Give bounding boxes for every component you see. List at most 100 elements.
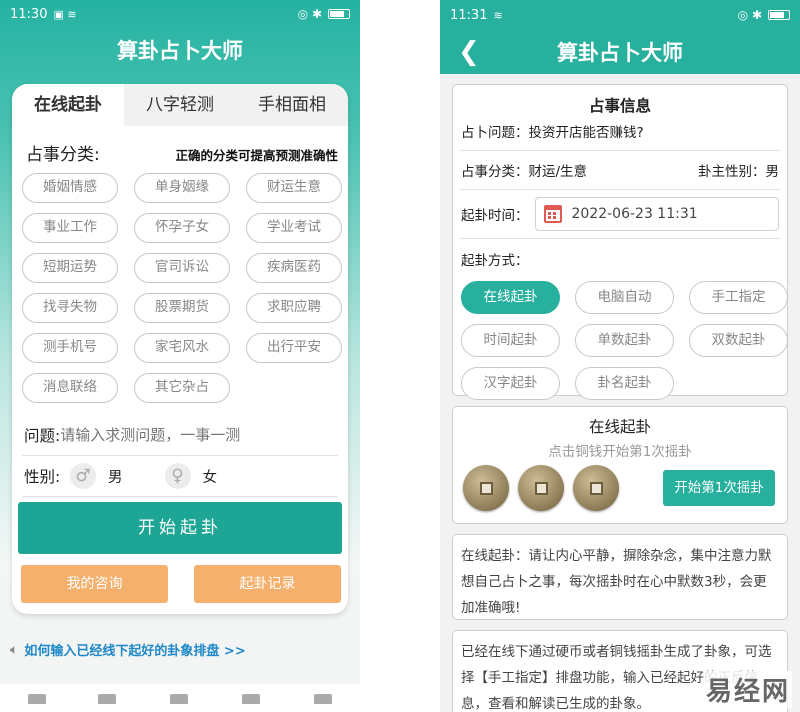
category-chip[interactable]: 消息联络 xyxy=(22,373,118,403)
category-chip[interactable]: 事业工作 xyxy=(22,213,118,243)
category-chip[interactable]: 股票期货 xyxy=(134,293,230,323)
nav-bar: ❮ 算卦占卜大师 xyxy=(440,30,800,74)
nav-me-icon[interactable] xyxy=(314,694,332,704)
my-consult-button[interactable]: 我的咨询 xyxy=(21,565,168,603)
coin-icon[interactable] xyxy=(463,465,509,511)
category-chip[interactable]: 求职应聘 xyxy=(246,293,342,323)
help-link[interactable]: 🔈︎ 如何输入已经线下起好的卦象排盘 >> xyxy=(10,640,246,660)
wifi-icon: ▣ ≋ xyxy=(53,7,77,21)
app-title: 算卦占卜大师 xyxy=(117,39,243,63)
question-label: 占卜问题： xyxy=(461,125,529,141)
category-chip[interactable]: 测手机号 xyxy=(22,333,118,363)
category-chip[interactable]: 怀孕子女 xyxy=(134,213,230,243)
method-option[interactable]: 卦名起卦 xyxy=(575,367,674,400)
left-screen: 11:30 ▣ ≋ ◎ ✱ 算卦占卜大师 在线起卦 八字轻测 手相面相 占事分类… xyxy=(0,0,360,712)
time-label: 起卦时间： xyxy=(461,208,529,224)
secondary-buttons: 我的咨询 起卦记录 xyxy=(21,565,341,603)
method-option[interactable]: 单数起卦 xyxy=(575,324,674,357)
nav-list-icon[interactable] xyxy=(242,694,260,704)
category-chip[interactable]: 疾病医药 xyxy=(246,253,342,283)
question-value: 投资开店能否赚钱? xyxy=(528,125,644,141)
battery-icon xyxy=(328,9,350,19)
header: 11:31 ≋ ◎ ✱ ❮ 算卦占卜大师 xyxy=(440,0,800,74)
nav-doc-icon[interactable] xyxy=(98,694,116,704)
time-value: 2022-06-23 11:31 xyxy=(571,206,698,222)
method-label: 起卦方式： xyxy=(461,253,529,269)
battery-icon xyxy=(768,10,790,20)
category-chip[interactable]: 其它杂占 xyxy=(134,373,230,403)
coin-icon[interactable] xyxy=(573,465,619,511)
category-chip[interactable]: 单身姻缘 xyxy=(134,173,230,203)
category-chip[interactable]: 出行平安 xyxy=(246,333,342,363)
divider xyxy=(459,238,781,239)
female-icon: ♀ xyxy=(164,463,191,489)
gender-row: 性别: ♂ 男 ♀ 女 xyxy=(12,456,348,496)
back-icon[interactable]: ❮ xyxy=(458,30,480,74)
online-divination-panel: 在线起卦 点击铜钱开始第1次摇卦 开始第1次摇卦 xyxy=(452,406,788,524)
divination-card: 在线起卦 八字轻测 手相面相 占事分类: 正确的分类可提高预测准确性 婚姻情感 … xyxy=(12,84,348,614)
coin-icon[interactable] xyxy=(518,465,564,511)
nav-user-icon[interactable] xyxy=(170,694,188,704)
category-chip[interactable]: 找寻失物 xyxy=(22,293,118,323)
app-title: 算卦占卜大师 xyxy=(557,41,683,65)
category-chip[interactable]: 财运生意 xyxy=(246,173,342,203)
records-button[interactable]: 起卦记录 xyxy=(194,565,341,603)
question-input[interactable] xyxy=(60,426,336,444)
method-row: 起卦方式： xyxy=(453,243,787,275)
status-bar: 11:30 ▣ ≋ ◎ ✱ xyxy=(0,0,360,28)
wifi-icon: ≋ xyxy=(493,8,503,22)
question-row: 问题: xyxy=(12,415,348,455)
gender-male-label: 男 xyxy=(108,469,123,486)
method-option[interactable]: 汉字起卦 xyxy=(461,367,560,400)
speaker-icon: 🔈︎ xyxy=(10,641,19,658)
method-option[interactable]: 电脑自动 xyxy=(575,281,674,314)
gender-value: 男 xyxy=(765,164,780,180)
bottom-nav xyxy=(0,684,360,712)
status-icons: ◎ ✱ xyxy=(298,7,350,21)
divider xyxy=(22,496,338,497)
status-time: 11:30 xyxy=(10,6,48,22)
gender-female-option[interactable]: ♀ 女 xyxy=(164,463,218,489)
method-option[interactable]: 在线起卦 xyxy=(461,281,560,314)
tab-palm[interactable]: 手相面相 xyxy=(236,84,348,126)
gender-male-option[interactable]: ♂ 男 xyxy=(70,463,123,489)
shake-button[interactable]: 开始第1次摇卦 xyxy=(663,470,775,506)
status-glyphs: ◎ ✱ xyxy=(737,8,762,22)
category-chip[interactable]: 短期运势 xyxy=(22,253,118,283)
tab-online[interactable]: 在线起卦 xyxy=(12,84,124,126)
help-link-text: 如何输入已经线下起好的卦象排盘 >> xyxy=(24,644,246,659)
category-chip[interactable]: 婚姻情感 xyxy=(22,173,118,203)
tab-bazi[interactable]: 八字轻测 xyxy=(124,84,236,126)
category-title: 占事分类: xyxy=(26,145,100,165)
category-chip[interactable]: 家宅风水 xyxy=(134,333,230,363)
gender-label: 卦主性别： xyxy=(698,164,766,180)
category-chip[interactable]: 学业考试 xyxy=(246,213,342,243)
start-divination-button[interactable]: 开始起卦 xyxy=(18,502,342,554)
status-bar: 11:31 ≋ ◎ ✱ xyxy=(440,0,800,30)
question-row: 占卜问题： 投资开店能否赚钱? xyxy=(453,116,787,146)
tip-panel: 在线起卦：请让内心平静，摒除杂念，集中注意力默想自己占卜之事，每次摇卦时在心中默… xyxy=(452,534,788,620)
time-row: 起卦时间： 2022-06-23 11:31 xyxy=(453,190,787,238)
time-picker[interactable]: 2022-06-23 11:31 xyxy=(534,197,779,231)
status-glyphs: ◎ ✱ xyxy=(297,7,322,21)
watermark: 易经网 xyxy=(703,671,792,708)
method-option[interactable]: 双数起卦 xyxy=(689,324,788,357)
method-option[interactable]: 时间起卦 xyxy=(461,324,560,357)
category-label: 占事分类： xyxy=(461,164,529,180)
nav-home-icon[interactable] xyxy=(28,694,46,704)
category-row: 占事分类： 财运/生意 卦主性别： 男 xyxy=(453,151,787,189)
online-subtitle: 点击铜钱开始第1次摇卦 xyxy=(548,444,692,460)
tab-bar: 在线起卦 八字轻测 手相面相 xyxy=(12,84,348,126)
gender-female-label: 女 xyxy=(202,469,218,486)
gender-label: 性别: xyxy=(24,468,61,486)
status-icons: ◎ ✱ xyxy=(738,8,790,22)
right-screen: 11:31 ≋ ◎ ✱ ❮ 算卦占卜大师 占事信息 占卜问题： 投资开店能否赚钱… xyxy=(440,0,800,712)
method-options: 在线起卦 电脑自动 手工指定 时间起卦 单数起卦 双数起卦 汉字起卦 卦名起卦 xyxy=(453,281,788,400)
question-label: 问题: xyxy=(24,427,61,445)
online-title: 在线起卦 xyxy=(588,418,651,436)
category-chip[interactable]: 官司诉讼 xyxy=(134,253,230,283)
status-time: 11:31 xyxy=(450,7,488,23)
info-title: 占事信息 xyxy=(588,97,651,115)
calendar-icon xyxy=(543,205,562,223)
method-option[interactable]: 手工指定 xyxy=(689,281,788,314)
